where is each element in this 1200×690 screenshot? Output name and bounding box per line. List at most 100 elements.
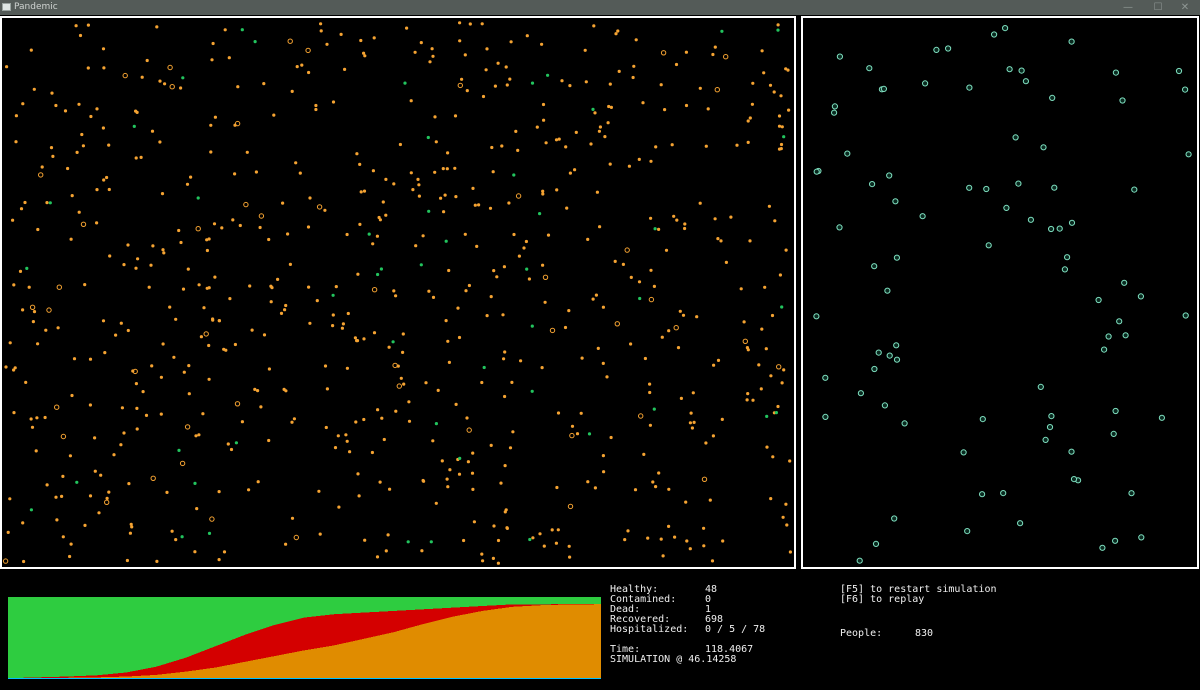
recovered-particle (502, 265, 506, 269)
recovered-particle (460, 77, 464, 81)
healthy-particle (207, 531, 212, 536)
recovered-particle (509, 40, 513, 44)
hospital-particle (985, 242, 992, 249)
recovered-particle (601, 454, 606, 458)
recovered-particle (567, 309, 571, 313)
hospital-particle (822, 374, 829, 381)
recovered-particle (621, 262, 626, 266)
hospital-particle (1110, 430, 1117, 437)
recovered-particle (68, 454, 72, 458)
recovered-particle (140, 75, 144, 79)
hospital-particle (871, 263, 878, 270)
recovered-particle (226, 442, 230, 446)
recovered-particle (454, 195, 458, 199)
recovered-particle (356, 272, 360, 276)
recovered-particle (489, 295, 493, 299)
healthy-particle (403, 81, 407, 85)
recovered-particle (233, 342, 237, 347)
recovered-particle (254, 170, 258, 174)
recovered-particle (492, 524, 496, 528)
recovered-particle (359, 190, 363, 194)
recovered-particle (69, 542, 73, 546)
chart-area-dead (8, 678, 601, 679)
recovered-particle (195, 507, 199, 511)
recovered-particle (488, 206, 493, 210)
hospital-zone-particles (813, 25, 1192, 564)
recovered-particle (253, 387, 257, 391)
recovered-particle (372, 331, 377, 335)
recovered-particle (504, 65, 508, 69)
healthy-particle (180, 535, 184, 539)
recovered-particle (32, 87, 36, 91)
recovered-particle (217, 319, 221, 323)
recovered-particle (446, 151, 450, 155)
hospital-particle (1182, 312, 1189, 319)
recovered-particle (719, 239, 723, 243)
recovered-particle (97, 511, 101, 515)
maximize-button[interactable]: ☐ (1143, 0, 1173, 15)
recovered-particle (305, 47, 311, 54)
hospital-particle (891, 515, 898, 522)
recovered-particle (179, 240, 183, 245)
recovered-particle (126, 328, 130, 333)
recovered-particle (105, 175, 109, 180)
recovered-particle (24, 380, 28, 384)
recovered-particle (392, 362, 398, 369)
recovered-particle (344, 433, 348, 437)
recovered-particle (355, 339, 360, 343)
recovered-particle (623, 538, 627, 542)
recovered-particle (149, 263, 153, 267)
healthy-particle (587, 432, 592, 436)
recovered-particle (556, 411, 561, 415)
recovered-particle (174, 317, 178, 321)
recovered-particle (197, 433, 201, 437)
recovered-particle (496, 538, 501, 543)
recovered-particle (155, 25, 159, 29)
recovered-particle (567, 503, 574, 510)
recovered-particle (38, 172, 44, 178)
recovered-particle (629, 275, 633, 279)
recovered-particle (345, 366, 349, 370)
recovered-particle (209, 123, 213, 127)
recovered-particle (748, 239, 752, 243)
healthy-particle (25, 266, 29, 270)
recovered-particle (684, 50, 689, 54)
recovered-particle (315, 299, 319, 303)
recovered-particle (661, 554, 665, 558)
recovered-particle (46, 307, 52, 313)
recovered-particle (776, 23, 780, 27)
recovered-particle (209, 150, 213, 154)
recovered-particle (596, 346, 600, 350)
healthy-particle (419, 263, 423, 267)
recovered-particle (139, 155, 143, 159)
recovered-particle (307, 285, 311, 289)
recovered-particle (70, 194, 74, 198)
recovered-particle (402, 382, 406, 386)
recovered-particle (496, 61, 500, 65)
recovered-particle (314, 107, 318, 112)
recovered-particle (212, 222, 217, 226)
recovered-particle (445, 167, 449, 171)
recovered-particle (55, 518, 59, 522)
recovered-particle (151, 244, 155, 248)
hospital-particle (1105, 333, 1112, 340)
healthy-particle (528, 537, 532, 542)
recovered-particle (609, 435, 613, 440)
recovered-particle (419, 41, 423, 45)
recovered-particle (704, 144, 708, 148)
recovered-particle (401, 332, 405, 336)
recovered-particle (446, 485, 450, 489)
recovered-particle (605, 375, 609, 379)
recovered-particle (657, 471, 661, 475)
minimize-button[interactable]: — (1113, 0, 1143, 15)
recovered-particle (503, 394, 507, 399)
recovered-particle (648, 423, 653, 427)
recovered-particle (466, 427, 472, 433)
recovered-particle (616, 29, 620, 33)
people-value: 830 (915, 628, 934, 639)
recovered-particle (672, 214, 676, 218)
close-button[interactable]: ✕ (1170, 0, 1200, 15)
recovered-particle (155, 559, 159, 564)
recovered-particle (69, 237, 73, 241)
healthy-particle (774, 411, 779, 415)
